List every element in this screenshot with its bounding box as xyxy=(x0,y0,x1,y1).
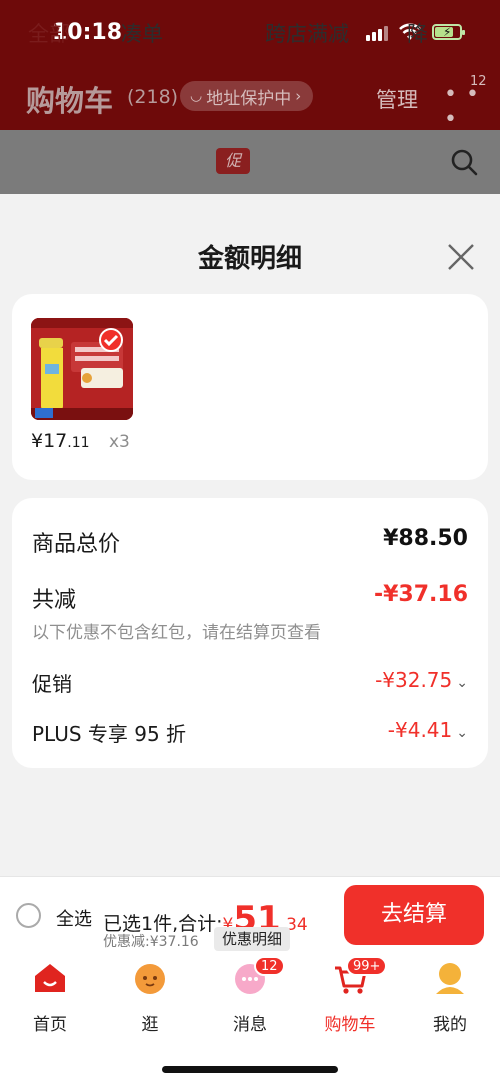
more-icon[interactable]: • • • xyxy=(444,82,500,132)
reduce-label: 共减 xyxy=(32,588,77,613)
tab-cross-store[interactable]: 跨店满减 xyxy=(265,18,349,48)
filter-tabs xyxy=(0,130,500,194)
promo-label: 促销 xyxy=(32,672,72,696)
reduce-value: -¥37.16 xyxy=(373,582,468,607)
close-icon[interactable] xyxy=(444,240,478,274)
checkout-button[interactable]: 去结算 xyxy=(344,885,484,945)
search-icon[interactable] xyxy=(450,148,478,176)
cart-badge: 99+ xyxy=(346,956,388,976)
select-all-radio[interactable] xyxy=(16,903,41,928)
discount-amount: 优惠减:¥37.16 xyxy=(103,934,199,950)
tab-all[interactable]: 全部 xyxy=(28,18,70,48)
tab-browse[interactable]: 逛 xyxy=(110,960,190,1035)
cart-count: (218) xyxy=(127,86,179,108)
tab-bar: 首页 逛 12 消息 99+ 购物车 我的 xyxy=(0,952,500,1083)
promo-badge: 促 xyxy=(216,148,250,174)
tab-browse-label: 逛 xyxy=(141,1015,159,1035)
product-card: ¥17.11 x3 xyxy=(12,294,488,480)
page-title: 购物车 xyxy=(26,84,114,118)
home-icon xyxy=(35,964,65,992)
address-protection-label: 地址保护中 xyxy=(206,88,292,109)
total-value: ¥88.50 xyxy=(383,526,468,551)
product-price: ¥17.11 xyxy=(31,430,90,452)
smile-icon: ◡ xyxy=(190,88,203,104)
tab-cart[interactable]: 99+ 购物车 xyxy=(310,956,390,1035)
total-label: 商品总价 xyxy=(32,532,121,557)
plus-value: -¥4.41 xyxy=(387,718,453,742)
chevron-down-icon: ⌄ xyxy=(456,675,468,691)
checkout-bar: 全选 已选1件,合计:¥51.34 优惠减:¥37.16 优惠明细 去结算 xyxy=(0,876,500,952)
chevron-right-icon: › xyxy=(295,87,302,105)
tab-profile[interactable]: 我的 xyxy=(410,960,490,1035)
tab-cart-label: 购物车 xyxy=(324,1015,376,1035)
tab-profile-label: 我的 xyxy=(433,1015,467,1035)
promo-value: -¥32.75 xyxy=(375,668,453,692)
manage-button[interactable]: 管理 xyxy=(376,84,418,114)
browse-icon xyxy=(135,964,165,994)
product-quantity: x3 xyxy=(109,432,130,452)
tab-home-label: 首页 xyxy=(33,1015,67,1035)
profile-icon xyxy=(436,963,464,994)
discount-note: 以下优惠不包含红包，请在结算页查看 xyxy=(32,623,321,643)
product-thumbnail xyxy=(31,318,133,420)
tab-messages[interactable]: 12 消息 xyxy=(210,956,290,1035)
tab-price-drop[interactable]: 降 xyxy=(407,18,428,48)
tab-bundle[interactable]: 凑单 xyxy=(121,18,163,48)
product-image[interactable] xyxy=(31,318,133,420)
promo-value-wrap: -¥32.75 ⌄ xyxy=(375,668,468,692)
signal-icon xyxy=(366,25,388,41)
address-protection-pill[interactable]: ◡ 地址保护中 › xyxy=(180,81,314,111)
home-indicator xyxy=(162,1066,338,1073)
sheet-title: 金额明细 xyxy=(197,244,302,274)
tab-messages-label: 消息 xyxy=(233,1015,267,1035)
tab-home[interactable]: 首页 xyxy=(10,960,90,1035)
plus-label: PLUS 专享 95 折 xyxy=(32,722,187,746)
cart-header: 购物车 (218) ◡ 地址保护中 › 管理 • • • 12 xyxy=(0,74,500,132)
more-badge: 12 xyxy=(470,74,487,89)
select-all-label[interactable]: 全选 xyxy=(56,905,92,931)
message-badge: 12 xyxy=(254,956,285,976)
plus-value-wrap: -¥4.41 ⌄ xyxy=(388,718,468,742)
product-price-int: ¥17 xyxy=(31,430,68,452)
battery-icon: ⚡ xyxy=(432,24,465,40)
product-price-dec: .11 xyxy=(67,435,90,451)
discount-detail-button[interactable]: 优惠明细 xyxy=(214,927,291,951)
price-breakdown-card: 商品总价 ¥88.50 共减 -¥37.16 以下优惠不包含红包，请在结算页查看… xyxy=(12,498,488,768)
chevron-down-icon: ⌄ xyxy=(456,725,468,741)
amount-detail-sheet: 金额明细 ¥17.11 x3 商品总价 ¥88.50 共减 -¥37.16 以下… xyxy=(0,214,500,876)
